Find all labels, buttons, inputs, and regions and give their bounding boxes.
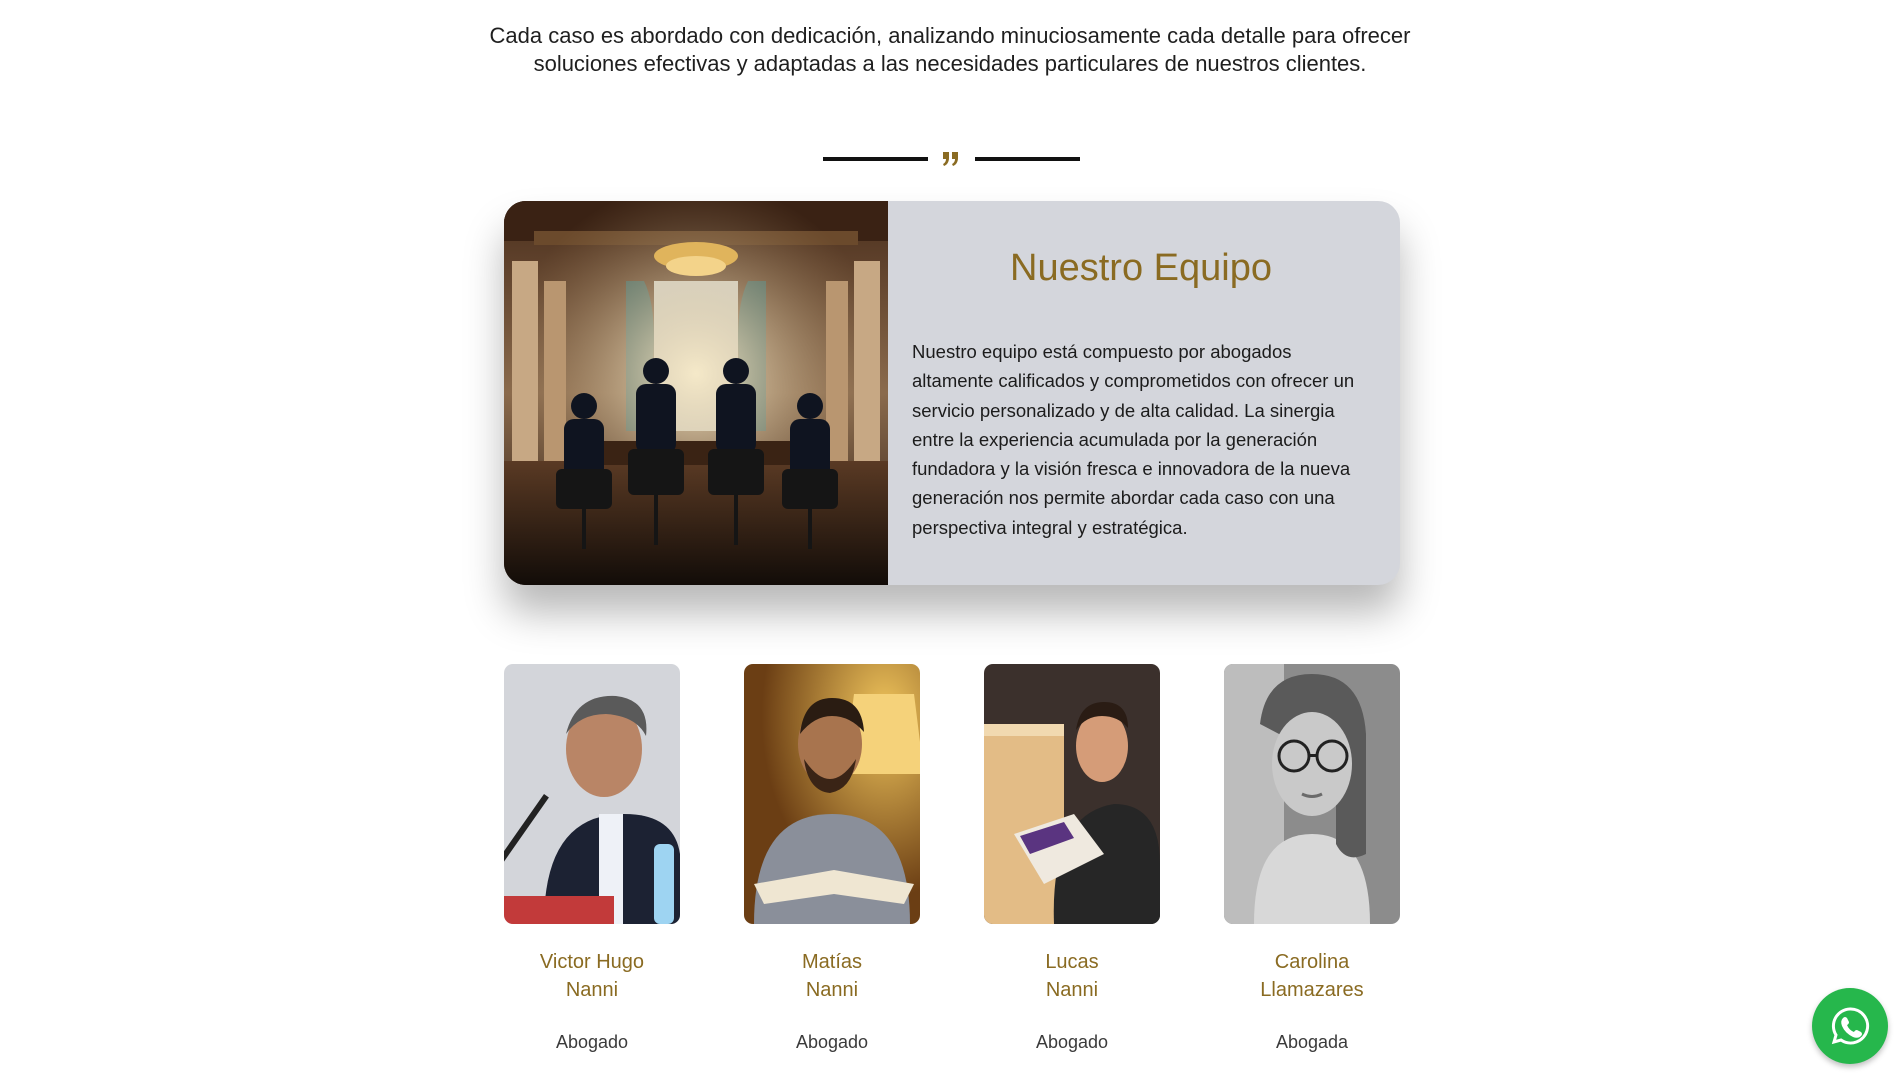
member-name: Victor Hugo Nanni <box>539 951 645 1001</box>
team-member-card: Matías Nanni Abogado <box>744 664 920 1054</box>
team-member-card: Lucas Nanni Abogado <box>984 664 1160 1054</box>
divider-line-right <box>975 157 1080 161</box>
member-photo <box>504 664 680 924</box>
member-name: Matías Nanni <box>801 951 863 1001</box>
intro-line-1: Cada caso es abordado con dedicación, an… <box>489 23 1411 48</box>
team-member-card: Carolina Llamazares Abogada <box>1224 664 1400 1054</box>
team-text: Nuestro Equipo Nuestro equipo está compu… <box>888 201 1400 585</box>
courtroom-image <box>504 201 888 585</box>
whatsapp-button[interactable] <box>1812 988 1888 1064</box>
member-photo <box>744 664 920 924</box>
member-role: Abogado <box>795 1032 869 1052</box>
member-name: Carolina Llamazares <box>1260 951 1364 1001</box>
member-photo <box>1224 664 1400 924</box>
intro-line-2: soluciones efectivas y adaptadas a las n… <box>533 51 1367 76</box>
member-role: Abogado <box>555 1032 629 1052</box>
member-role: Abogada <box>1275 1032 1349 1052</box>
team-title: Nuestro Equipo <box>1010 247 1272 289</box>
divider-line-left <box>823 157 928 161</box>
quote-icon <box>943 152 958 166</box>
section-divider <box>823 150 1080 168</box>
member-role: Abogado <box>1035 1032 1109 1052</box>
team-description: Nuestro equipo está compuesto por abogad… <box>912 341 1355 538</box>
team-member-card: Victor Hugo Nanni Abogado <box>504 664 680 1054</box>
member-name: Lucas Nanni <box>1045 951 1099 1001</box>
whatsapp-icon <box>1831 1007 1870 1045</box>
intro-text: Cada caso es abordado con dedicación, an… <box>450 22 1450 78</box>
team-card: Nuestro Equipo Nuestro equipo está compu… <box>504 201 1400 585</box>
member-photo <box>984 664 1160 924</box>
